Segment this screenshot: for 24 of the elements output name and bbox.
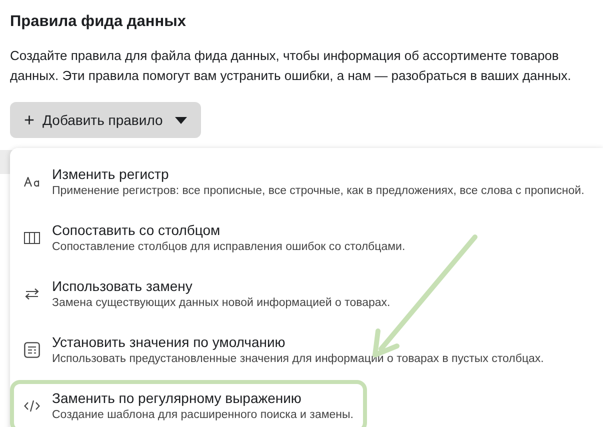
menu-item[interactable]: Изменить регистр Применение регистров: все прописные, все строчные, как в предложениях, все слова с прописной. <box>10 156 598 209</box>
menu-item-title: Установить значения по умолчанию <box>52 334 286 350</box>
menu-item-description: Создание шаблона для расширенного поиска и замены. <box>52 409 354 421</box>
caret-icon <box>174 116 187 124</box>
menu-item[interactable]: Сопоставить со столбцом Сопоставление столбцов для исправления ошибок со столбцами. <box>10 212 420 265</box>
code-icon <box>24 400 40 412</box>
menu-item-description: Использовать предустановленные значения для информации о товарах в пустых столбцах. <box>52 353 544 365</box>
text-case-icon <box>24 176 40 186</box>
add-rule-button[interactable]: + Добавить правило <box>10 102 201 138</box>
menu-item-description: Сопоставление столбцов для исправления ошибок со столбцами. <box>52 241 406 253</box>
document-list-icon <box>24 342 40 358</box>
menu-item-title: Сопоставить со столбцом <box>52 222 222 238</box>
menu-item-title: Использовать замену <box>52 278 194 294</box>
columns-icon <box>24 232 40 244</box>
description-text: Создайте правила для файла фида данных, чтобы информация об ассортименте товаров данных. Эти правила помогут вам устранить ошибки, а нам — разобраться в ваших данных. <box>10 47 572 85</box>
swap-arrows-icon <box>25 288 39 300</box>
menu-item-title: Заменить по регулярному выражению <box>52 390 302 406</box>
section-title: Правила фида данных <box>10 13 187 31</box>
menu-item[interactable]: Использовать замену Замена существующих данных новой информацией о товарах. <box>10 268 404 321</box>
menu-item-description: Применение регистров: все прописные, все строчные, как в предложениях, все слова с прописной. <box>52 185 584 197</box>
menu-item-description: Замена существующих данных новой информацией о товарах. <box>52 297 390 309</box>
menu-item[interactable]: Заменить по регулярному выражению Создание шаблона для расширенного поиска и замены. <box>10 380 368 427</box>
menu-item[interactable]: Установить значения по умолчанию Использовать предустановленные значения для информации о товарах в пустых столбцах. <box>10 324 558 377</box>
menu-item-title: Изменить регистр <box>52 166 170 182</box>
